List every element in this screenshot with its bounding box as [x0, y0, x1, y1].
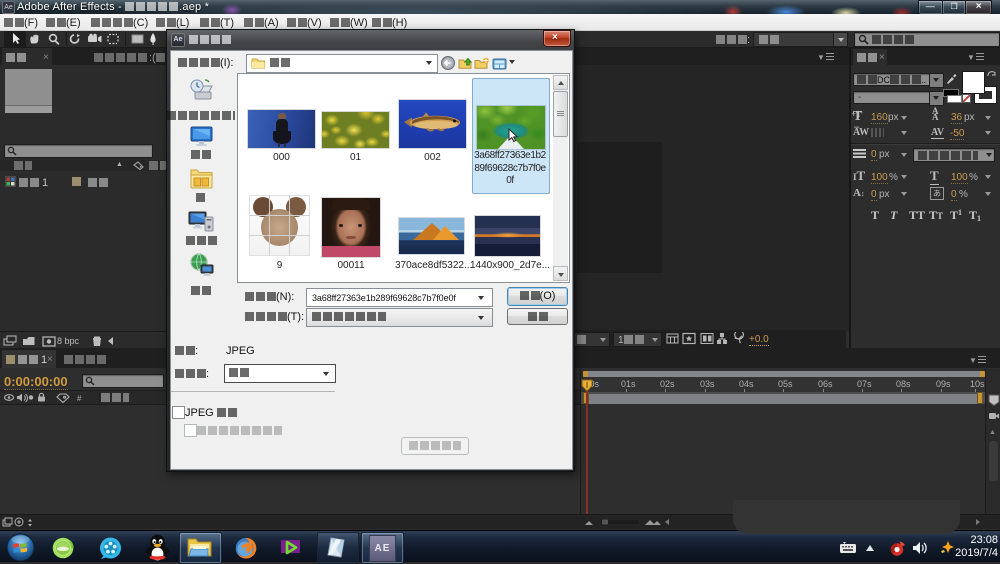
svg-text:#: #	[77, 394, 82, 403]
